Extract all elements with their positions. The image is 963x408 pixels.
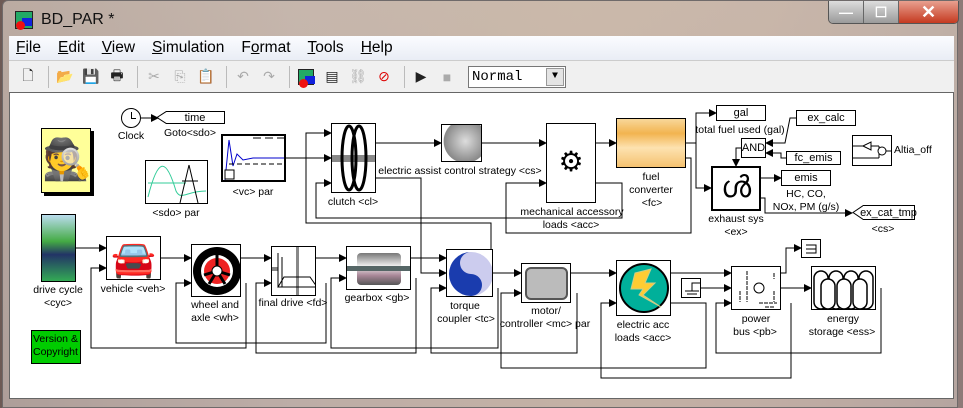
motor-label-2: controller <mc> par — [499, 318, 591, 330]
power-bus-icon — [739, 271, 777, 308]
control-strategy-block[interactable] — [441, 124, 482, 162]
step-response-icon — [224, 137, 284, 180]
power-bus-label-2: bus <pb> — [733, 326, 777, 338]
altia-off-label: Altia_off — [894, 144, 932, 156]
vehicle-label: vehicle <veh> — [100, 283, 166, 295]
emis-block[interactable]: emis — [781, 170, 831, 186]
fuel-converter-block[interactable] — [616, 118, 686, 168]
mech-acc-label-2: loads <acc> — [542, 219, 600, 231]
version-copyright-button[interactable]: Version & Copyright — [31, 330, 81, 364]
wheel-axle-block[interactable] — [191, 244, 241, 297]
motor-controller-block[interactable] — [521, 263, 571, 303]
fc-label-3: <fc> — [641, 197, 663, 209]
power-bus-label-1: power — [741, 313, 771, 325]
elec-acc-label-1: electric acc — [616, 319, 670, 331]
sdo-par-label: <sdo> par — [152, 207, 200, 219]
fc-label-1: fuel — [642, 171, 660, 183]
mech-acc-label-1: mechanical accessory — [520, 206, 624, 218]
clock-block[interactable] — [121, 108, 141, 128]
fc-label-2: converter — [629, 184, 673, 196]
exhaust-block[interactable]: ൾ — [711, 166, 761, 211]
torque-label-2: coupler <tc> — [437, 313, 495, 325]
wheel-label-1: wheel and — [191, 299, 239, 311]
help-block[interactable]: 🕵 — [41, 128, 91, 193]
battery-cells-icon — [813, 270, 874, 309]
clock-label: Clock — [117, 130, 145, 142]
clutch-block[interactable] — [331, 123, 376, 193]
ex-calc-block[interactable]: ex_calc — [796, 110, 856, 126]
fc-emis-block[interactable]: fc_emis — [786, 151, 841, 165]
copyright-label: Copyright — [33, 346, 78, 358]
energy-storage-block[interactable] — [811, 266, 876, 310]
vehicle-block[interactable]: 🚘 — [106, 236, 161, 280]
altia-off-block[interactable] — [852, 135, 892, 166]
goto-time-block[interactable]: time — [166, 111, 225, 124]
electric-acc-block[interactable] — [616, 260, 671, 316]
torque-label-1: torque — [450, 300, 480, 312]
control-strategy-label: electric assist control strategy <cs> — [378, 165, 542, 177]
clutch-icon — [332, 124, 375, 192]
emis-label-1: HC, CO, — [786, 188, 826, 200]
model-canvas[interactable]: 🕵 Clock time Goto<sdo> <sdo> par <vc> pa… — [9, 92, 954, 399]
ess-label-1: energy — [826, 313, 860, 325]
exhaust-label-1: exhaust sys — [708, 213, 764, 225]
vc-par-block[interactable] — [221, 134, 286, 182]
ess-label-2: storage <ess> — [808, 326, 876, 338]
gearbox-block[interactable] — [346, 246, 411, 290]
drive-cycle-label-1: drive cycle — [33, 284, 83, 296]
wheel-icon — [193, 247, 240, 295]
ex-cat-tmp-block[interactable]: ex_cat_tmp — [860, 205, 917, 220]
terminator-icon — [806, 244, 817, 254]
ground-icon — [685, 282, 700, 295]
clutch-label: clutch <cl> — [327, 196, 379, 208]
final-drive-block[interactable] — [271, 246, 316, 296]
final-drive-label: final drive <fd> — [258, 297, 328, 309]
sdo-par-block[interactable] — [145, 160, 208, 204]
terminator-block[interactable] — [801, 239, 821, 258]
and-block[interactable]: AND — [741, 138, 766, 158]
lightning-icon — [619, 263, 669, 313]
wheel-label-2: axle <wh> — [191, 312, 239, 324]
final-drive-icon — [272, 247, 315, 295]
exhaust-label-2: <ex> — [724, 226, 748, 238]
drive-cycle-block[interactable] — [41, 214, 76, 282]
goto-arrow-shape — [156, 111, 167, 124]
switch-icon — [853, 141, 891, 159]
gal-label: total fuel used (gal) — [695, 124, 785, 136]
power-bus-block[interactable] — [731, 266, 781, 310]
elec-acc-label-2: loads <acc> — [614, 332, 672, 344]
yin-yang-icon — [449, 252, 492, 296]
emis-label-2: NOx, PM (g/s) — [772, 201, 840, 213]
vc-par-label: <vc> par — [232, 186, 274, 198]
mechanical-accessory-block[interactable]: ⚙ — [546, 123, 596, 203]
torque-coupler-block[interactable] — [446, 249, 493, 297]
drive-cycle-label-2: <cyc> — [43, 297, 73, 309]
gearbox-label: gearbox <gb> — [344, 292, 410, 304]
graph-compass-icon — [147, 164, 207, 203]
version-label: Version & — [33, 333, 78, 345]
ground-block[interactable] — [681, 278, 701, 298]
motor-label-1: motor/ — [531, 305, 561, 317]
gal-block[interactable]: gal — [716, 105, 766, 121]
goto-label: Goto<sdo> — [164, 127, 216, 139]
ex-cat-tmp-label: <cs> — [871, 223, 895, 235]
